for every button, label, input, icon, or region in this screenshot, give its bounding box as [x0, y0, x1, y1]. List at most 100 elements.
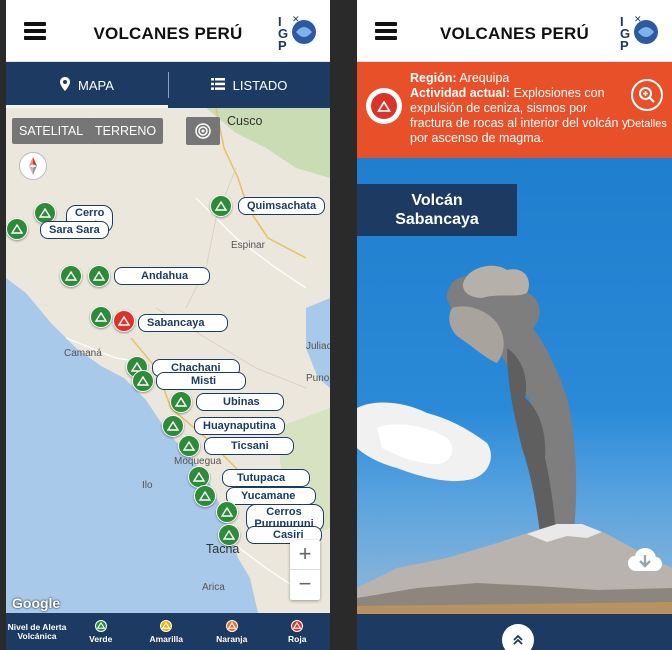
volcano-icon: [199, 491, 211, 501]
volcano-icon: [175, 397, 187, 407]
volcano-label-tutupaca[interactable]: Tutupaca: [222, 469, 310, 487]
volcano-label-misti[interactable]: Misti: [156, 372, 246, 390]
volcano-label-sara-sara[interactable]: Sara Sara: [40, 221, 109, 239]
volcano-marker-hualca-hualca[interactable]: [90, 306, 112, 328]
volcano-marker-ubinas[interactable]: [170, 391, 192, 413]
volcano-marker-quimsachata[interactable]: [210, 195, 232, 217]
volcano-label-quimsachata[interactable]: Quimsachata: [238, 197, 326, 215]
volcano-icon: [93, 271, 105, 281]
volcano-marker-coropuna[interactable]: [60, 265, 82, 287]
layers-button[interactable]: [186, 117, 220, 145]
volcano-icon: [94, 619, 107, 632]
satellite-button[interactable]: SATELITAL: [12, 118, 91, 144]
activity-label: Actividad actual:: [410, 86, 511, 100]
volcano-icon: [183, 441, 195, 451]
cloud-download-icon[interactable]: [628, 547, 662, 578]
legend-item-roja: Roja: [265, 619, 331, 644]
list-icon: [210, 77, 225, 93]
zoom-in-icon: [631, 79, 663, 111]
volcano-icon: [95, 312, 107, 322]
volcano-map[interactable]: SATELITAL TERRENO Cusco Espinar Juliac P…: [6, 108, 330, 613]
volcano-label-ubinas[interactable]: Ubinas: [196, 393, 284, 411]
volcano-icon: [11, 224, 23, 234]
volcano-marker-purupuruni[interactable]: [216, 501, 238, 523]
volcano-icon: [221, 507, 233, 517]
volcano-icon: [167, 421, 179, 431]
volcano-name-banner: Volcán Sabancaya: [357, 184, 517, 236]
volcano-label-sabancaya[interactable]: Sabancaya: [138, 314, 228, 332]
app-bar: VOLCANES PERÚ I G P ✕: [357, 0, 672, 62]
zoom-in-button[interactable]: +: [290, 540, 320, 570]
volcano-label-line1: Cerro: [75, 207, 105, 219]
volcano-marker-sara-sara[interactable]: [6, 218, 28, 240]
legend-item-naranja: Naranja: [199, 619, 265, 644]
volcano-marker-andahua[interactable]: [88, 265, 110, 287]
igp-logo: I G P ✕: [620, 14, 658, 52]
volcano-marker-casiri[interactable]: [218, 524, 240, 546]
svg-text:✕: ✕: [634, 14, 642, 24]
volcano-alert-icon: [366, 88, 402, 124]
svg-text:P: P: [278, 38, 287, 52]
volcano-label-huaynaputina[interactable]: Huaynaputina: [194, 417, 285, 435]
town-label: Camaná: [64, 348, 102, 359]
zoom-controls: + −: [290, 540, 320, 600]
app-bar: VOLCANES PERÚ I G P ✕: [6, 0, 330, 62]
google-attribution: Google: [12, 595, 61, 611]
volcano-marker-huaynaputina[interactable]: [162, 415, 184, 437]
volcano-photo: Volcán Sabancaya: [357, 158, 672, 614]
town-label: Ilo: [142, 480, 153, 491]
volcano-name-line1: Volcán: [411, 192, 463, 209]
volcano-marker-yucamane[interactable]: [194, 485, 216, 507]
volcano-name-line2: Sabancaya: [395, 211, 479, 228]
tab-list[interactable]: LISTADO: [168, 62, 330, 108]
volcano-icon: [39, 208, 51, 218]
volcano-marker-sabancaya[interactable]: [113, 310, 135, 332]
details-label: Detalles: [627, 118, 667, 130]
region-value: Arequipa: [459, 71, 510, 85]
volcano-icon: [215, 201, 227, 211]
legend-label: Naranja: [216, 633, 248, 644]
tab-map-label: MAPA: [78, 77, 114, 93]
legend-item-verde: Verde: [68, 619, 134, 644]
volcano-label-andahua[interactable]: Andahua: [114, 267, 210, 285]
legend-item-amarilla: Amarilla: [134, 619, 200, 644]
volcano-icon: [137, 376, 149, 386]
target-icon: [195, 123, 211, 139]
volcano-icon: [291, 619, 304, 632]
town-label: Cusco: [227, 114, 263, 128]
compass-icon: [29, 157, 37, 175]
volcano-icon: [118, 316, 130, 326]
map-screen: VOLCANES PERÚ I G P ✕ MAPA LISTADO SATEL…: [6, 0, 330, 650]
expand-up-button[interactable]: [502, 624, 534, 650]
tab-divider: [168, 72, 169, 98]
chevron-double-up-icon: [513, 634, 523, 645]
volcano-icon: [65, 271, 77, 281]
volcano-marker-ticsani[interactable]: [178, 435, 200, 457]
volcano-icon: [223, 530, 235, 540]
volcano-label-line1: Cerros: [266, 506, 302, 518]
zoom-out-button[interactable]: −: [290, 570, 320, 600]
volcano-detail-screen: VOLCANES PERÚ I G P ✕ Región: Arequipa A…: [357, 0, 672, 650]
legend-label: Verde: [89, 633, 113, 644]
volcano-label-ticsani[interactable]: Ticsani: [204, 437, 294, 455]
compass-button[interactable]: [19, 152, 47, 180]
town-label: Juliac: [306, 341, 330, 352]
town-label: Puno: [306, 373, 330, 384]
activity-alert-banner: Región: Arequipa Actividad actual: Explo…: [357, 62, 672, 158]
svg-text:P: P: [620, 38, 629, 52]
details-button[interactable]: Detalles: [624, 79, 670, 132]
alert-level-legend: Nivel de Alerta Volcánica Verde Amarilla…: [6, 613, 330, 650]
volcano-icon: [225, 619, 238, 632]
volcano-label-yucamane[interactable]: Yucamane: [226, 487, 316, 505]
region-label: Región:: [410, 71, 457, 85]
tab-list-label: LISTADO: [232, 77, 288, 93]
terrain-button[interactable]: TERRENO: [88, 118, 164, 144]
igp-logo: I G P ✕: [278, 14, 316, 52]
svg-text:✕: ✕: [292, 14, 300, 24]
town-label: Espinar: [231, 240, 265, 251]
volcano-icon: [160, 619, 173, 632]
volcano-marker-misti[interactable]: [132, 370, 154, 392]
tab-map[interactable]: MAPA: [6, 62, 168, 108]
town-label: Arica: [202, 582, 225, 593]
legend-label: Roja: [288, 633, 307, 644]
